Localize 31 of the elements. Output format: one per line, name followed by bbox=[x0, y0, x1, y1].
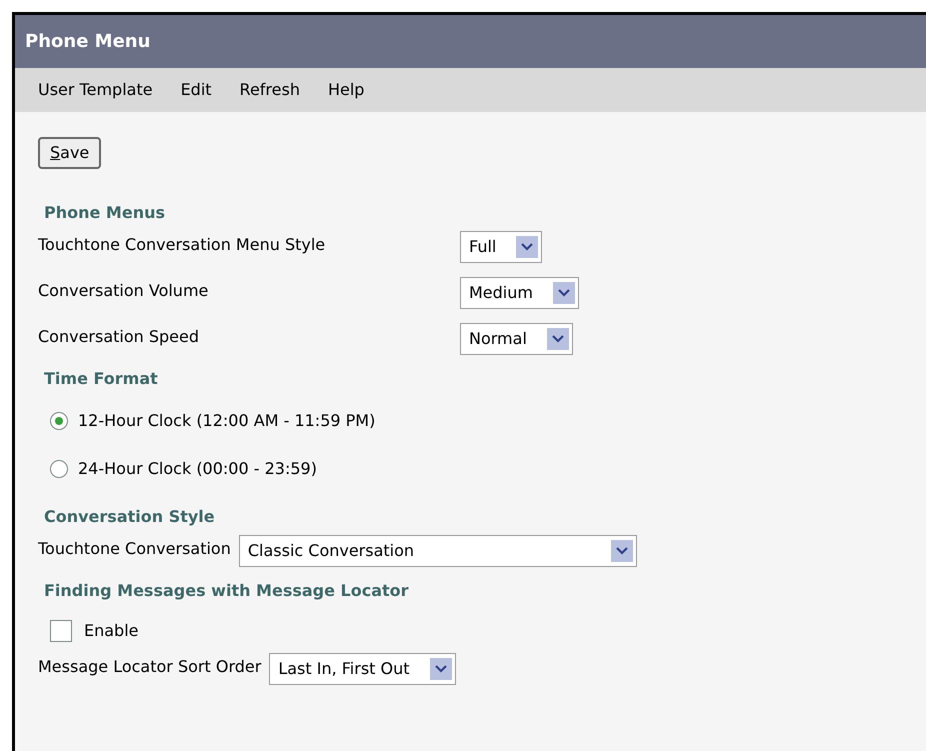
field-label: Enable bbox=[84, 620, 138, 642]
field-label: 24-Hour Clock (00:00 - 23:59) bbox=[78, 458, 317, 480]
menu-item[interactable]: Edit bbox=[180, 78, 212, 102]
checkbox[interactable] bbox=[50, 620, 72, 642]
dropdown[interactable]: Medium bbox=[460, 277, 579, 309]
radio-button[interactable] bbox=[50, 460, 68, 478]
dropdown[interactable]: Classic Conversation bbox=[238, 535, 637, 567]
section-heading: Finding Messages with Message Locator bbox=[44, 581, 409, 600]
field-label: Conversation Speed bbox=[38, 327, 200, 346]
dropdown-value: Classic Conversation bbox=[248, 540, 416, 562]
section-heading: Phone Menus bbox=[44, 203, 165, 222]
menu-item[interactable]: User Template bbox=[38, 78, 153, 102]
save-button[interactable]: Save bbox=[38, 137, 102, 169]
dropdown[interactable]: Last In, First Out bbox=[269, 653, 456, 685]
dropdown-value: Full bbox=[469, 236, 498, 258]
dropdown-value: Normal bbox=[469, 328, 528, 350]
dropdown-value: Medium bbox=[469, 282, 534, 304]
menu-item[interactable]: Refresh bbox=[240, 78, 300, 102]
field-label: Message Locator Sort Order bbox=[38, 657, 262, 676]
field-label: 12-Hour Clock (12:00 AM - 11:59 PM) bbox=[78, 410, 376, 432]
dropdown-value: Last In, First Out bbox=[278, 658, 411, 680]
window-title: Phone Menu bbox=[25, 30, 150, 54]
dropdown[interactable]: Full bbox=[460, 231, 542, 263]
dropdown[interactable]: Normal bbox=[460, 323, 573, 355]
field-label: Conversation Volume bbox=[38, 281, 208, 300]
menu-item[interactable]: Help bbox=[328, 78, 364, 102]
field-label: Touchtone Conversation Menu Style bbox=[38, 235, 326, 254]
section-heading: Time Format bbox=[44, 369, 158, 388]
radio-button[interactable] bbox=[50, 412, 68, 430]
field-label: Touchtone Conversation bbox=[38, 539, 231, 558]
section-heading: Conversation Style bbox=[44, 507, 215, 526]
